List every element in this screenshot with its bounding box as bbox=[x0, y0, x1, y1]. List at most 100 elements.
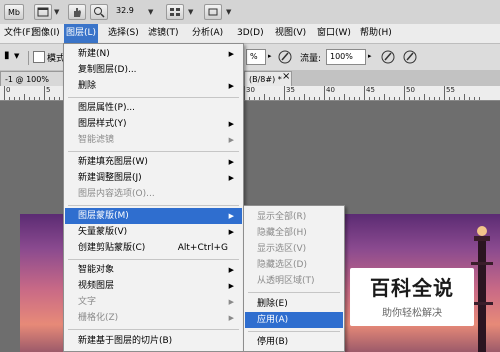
ruler-minor-tick bbox=[14, 97, 15, 100]
menu-separator bbox=[68, 205, 239, 206]
ruler-minor-tick bbox=[259, 97, 260, 100]
pressure-size-icon[interactable] bbox=[402, 48, 418, 66]
chevron-down-icon[interactable]: ▼ bbox=[226, 8, 231, 16]
pressure-opacity-icon[interactable] bbox=[277, 48, 293, 66]
ruler-minor-tick bbox=[419, 97, 420, 100]
ruler-minor-tick bbox=[9, 97, 10, 100]
menu-help[interactable]: 帮助(H) bbox=[358, 24, 394, 43]
ruler-minor-tick bbox=[379, 97, 380, 100]
submenu-arrow-icon: ▶ bbox=[228, 212, 234, 220]
chevron-down-icon[interactable]: ▼ bbox=[54, 8, 59, 16]
menu-filter[interactable]: 滤镜(T) bbox=[146, 24, 181, 43]
menu-layer[interactable]: 图层(L) bbox=[64, 24, 99, 43]
menu-item-new-fill-layer[interactable]: 新建填充图层(W) ▶ bbox=[65, 154, 242, 170]
mini-bridge-button[interactable]: Mb bbox=[4, 4, 24, 20]
ruler-minor-tick bbox=[344, 94, 345, 100]
ruler-minor-tick bbox=[459, 97, 460, 100]
ruler-minor-tick bbox=[474, 97, 475, 100]
menu-item-new-adjustment-layer[interactable]: 新建调整图层(J) ▶ bbox=[65, 170, 242, 186]
menu-item-video-layers[interactable]: 视频图层 ▶ bbox=[65, 278, 242, 294]
submenu-item-apply[interactable]: 应用(A) bbox=[245, 312, 343, 328]
menu-image[interactable]: 图像(I) bbox=[30, 24, 62, 43]
submenu-arrow-icon: ▶ bbox=[228, 120, 234, 128]
menu-item-new[interactable]: 新建(N) ▶ bbox=[65, 46, 242, 62]
ruler-minor-tick bbox=[39, 97, 40, 100]
menu-item-smart-objects[interactable]: 智能对象 ▶ bbox=[65, 262, 242, 278]
ruler-minor-tick bbox=[369, 97, 370, 100]
submenu-item-hide-selection[interactable]: 隐藏选区(D) bbox=[245, 257, 343, 273]
menu-select[interactable]: 选择(S) bbox=[106, 24, 141, 43]
submenu-item-from-transparency[interactable]: 从透明区域(T) bbox=[245, 273, 343, 289]
ruler-label: 45 bbox=[366, 86, 375, 94]
ruler-minor-tick bbox=[479, 97, 480, 100]
flow-field[interactable]: 100% bbox=[326, 49, 366, 65]
submenu-arrow-icon: ▶ bbox=[228, 82, 234, 90]
chevron-right-icon[interactable]: ▸ bbox=[268, 52, 272, 60]
menu-item-vector-mask[interactable]: 矢量蒙版(V) ▶ bbox=[65, 224, 242, 240]
ruler-tick bbox=[4, 86, 5, 100]
ruler-minor-tick bbox=[314, 97, 315, 100]
menu-separator bbox=[248, 331, 340, 332]
menu-separator bbox=[248, 292, 340, 293]
arrange-documents-button[interactable] bbox=[166, 4, 184, 20]
menu-item-create-clipping-mask[interactable]: 创建剪贴蒙版(C) Alt+Ctrl+G bbox=[65, 240, 242, 256]
shortcut-label: Alt+Ctrl+G bbox=[177, 243, 228, 253]
ruler-minor-tick bbox=[34, 97, 35, 100]
ruler-minor-tick bbox=[434, 97, 435, 100]
ruler-minor-tick bbox=[449, 97, 450, 100]
ruler-label: 0 bbox=[6, 86, 11, 94]
brush-preview[interactable] bbox=[33, 51, 45, 63]
grid-icon bbox=[170, 8, 180, 16]
airbrush-icon[interactable] bbox=[380, 48, 396, 66]
hand-icon bbox=[74, 8, 81, 17]
chevron-right-icon[interactable]: ▸ bbox=[368, 52, 372, 60]
menu-view[interactable]: 视图(V) bbox=[273, 24, 308, 43]
submenu-item-reveal-all[interactable]: 显示全部(R) bbox=[245, 209, 343, 225]
chevron-down-icon[interactable]: ▼ bbox=[188, 8, 193, 16]
menu-3d[interactable]: 3D(D) bbox=[235, 24, 266, 43]
menu-item-duplicate-layer[interactable]: 复制图层(D)... bbox=[65, 62, 242, 78]
document-tab[interactable]: -1 @ 100%(RG bbox=[0, 71, 64, 99]
ruler-minor-tick bbox=[269, 97, 270, 100]
opacity-field[interactable]: % bbox=[246, 49, 266, 65]
ruler-minor-tick bbox=[454, 97, 455, 100]
hand-tool-button[interactable] bbox=[68, 4, 86, 20]
ruler-minor-tick bbox=[329, 97, 330, 100]
submenu-item-delete[interactable]: 删除(E) bbox=[245, 296, 343, 312]
ruler-minor-tick bbox=[334, 97, 335, 100]
menu-window[interactable]: 窗口(W) bbox=[315, 24, 353, 43]
zoom-level[interactable]: 32.9 bbox=[116, 6, 134, 15]
document-tab-label: (B/8#) * bbox=[249, 75, 282, 84]
menu-item-delete[interactable]: 删除 ▶ bbox=[65, 78, 242, 94]
chevron-down-icon[interactable]: ▼ bbox=[148, 8, 153, 16]
submenu-item-reveal-selection[interactable]: 显示选区(V) bbox=[245, 241, 343, 257]
screen-layout-button[interactable] bbox=[204, 4, 222, 20]
ruler-minor-tick bbox=[19, 97, 20, 100]
ruler-minor-tick bbox=[359, 97, 360, 100]
zoom-icon bbox=[94, 7, 105, 18]
menu-item-type[interactable]: 文字 ▶ bbox=[65, 294, 242, 310]
menu-item-rasterize[interactable]: 栅格化(Z) ▶ bbox=[65, 310, 242, 326]
ruler-minor-tick bbox=[394, 97, 395, 100]
menu-item-layer-style[interactable]: 图层样式(Y) ▶ bbox=[65, 116, 242, 132]
ruler-minor-tick bbox=[299, 97, 300, 100]
submenu-item-disable[interactable]: 停用(B) bbox=[245, 334, 343, 350]
menu-item-layer-mask[interactable]: 图层蒙版(M) ▶ bbox=[65, 208, 242, 224]
ruler-minor-tick bbox=[304, 94, 305, 100]
zoom-tool-button[interactable] bbox=[90, 4, 108, 20]
menu-item-layer-properties[interactable]: 图层属性(P)... bbox=[65, 100, 242, 116]
menu-item-smart-filter[interactable]: 智能滤镜 ▶ bbox=[65, 132, 242, 148]
ruler-minor-tick bbox=[309, 97, 310, 100]
menu-bar: 文件(F) 图像(I) 图层(L) 选择(S) 滤镜(T) 分析(A) 3D(D… bbox=[0, 24, 500, 44]
tool-preset-icon[interactable]: ▮ bbox=[4, 50, 10, 61]
menu-item-layer-content-options[interactable]: 图层内容选项(O)... bbox=[65, 186, 242, 202]
ruler-minor-tick bbox=[429, 97, 430, 100]
chevron-down-icon[interactable]: ▼ bbox=[14, 52, 19, 60]
submenu-item-hide-all[interactable]: 隐藏全部(H) bbox=[245, 225, 343, 241]
submenu-arrow-icon: ▶ bbox=[228, 314, 234, 322]
ruler-minor-tick bbox=[264, 94, 265, 100]
menu-analysis[interactable]: 分析(A) bbox=[190, 24, 225, 43]
menu-item-new-layer-based-slice[interactable]: 新建基于图层的切片(B) bbox=[65, 333, 242, 349]
close-icon[interactable]: × bbox=[282, 71, 290, 82]
screen-mode-button[interactable] bbox=[34, 4, 52, 20]
